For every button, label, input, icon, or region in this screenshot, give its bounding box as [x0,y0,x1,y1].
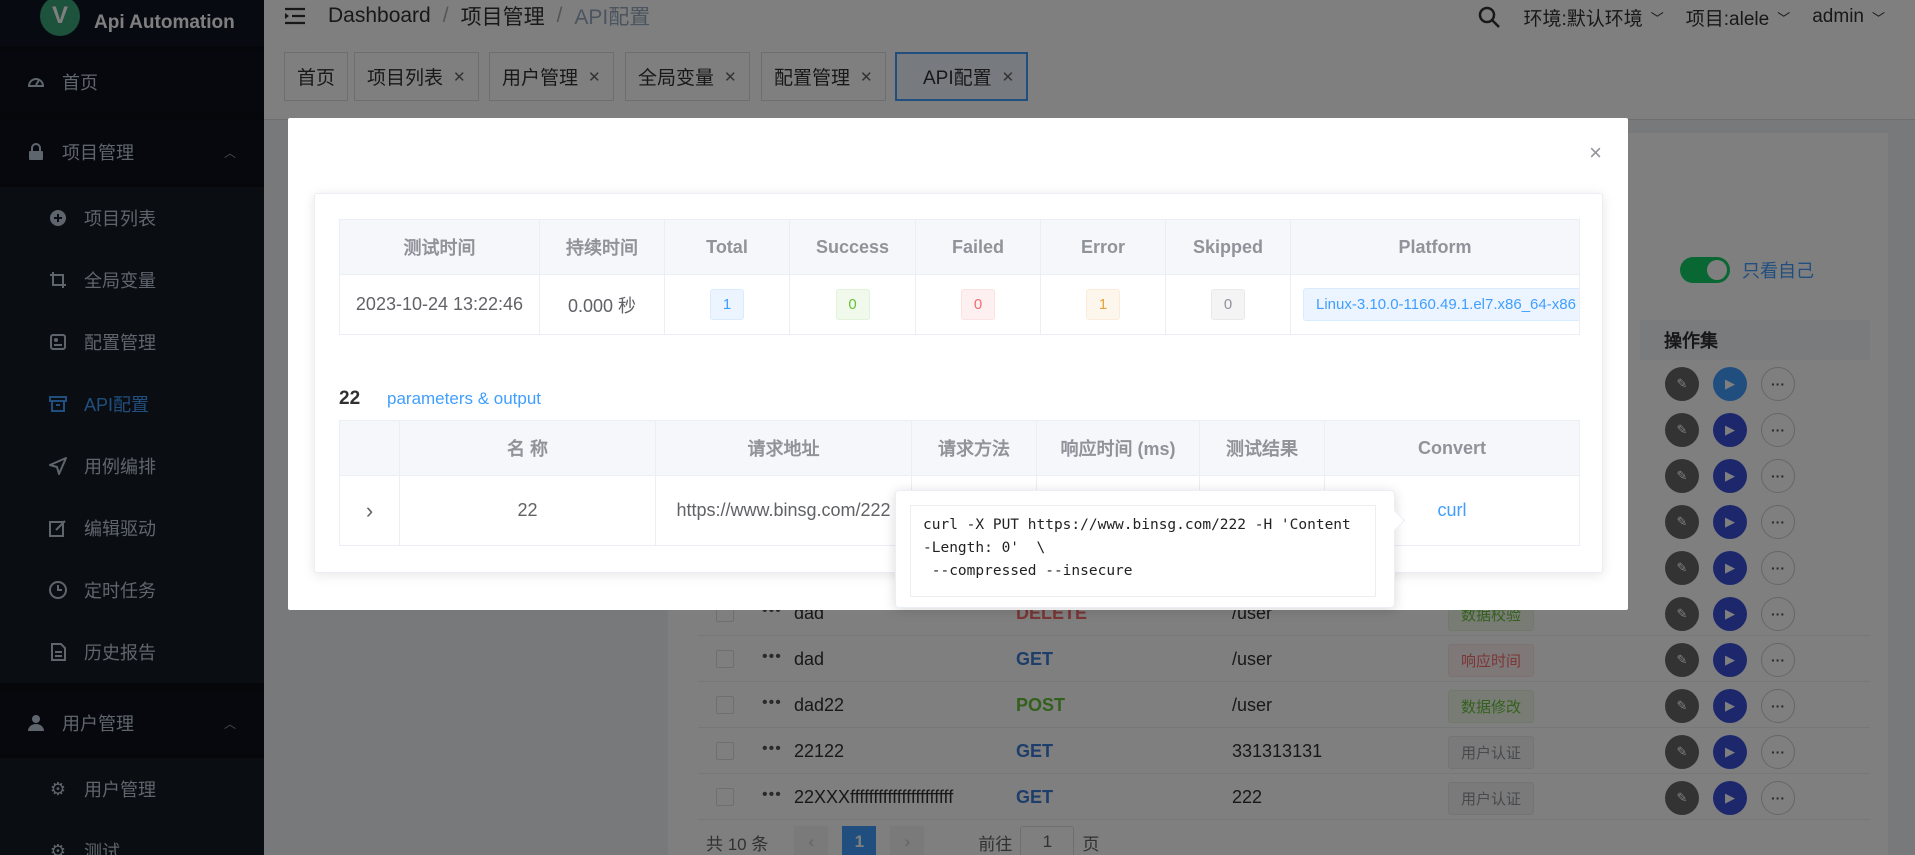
summary-table: 测试时间 持续时间 Total Success Failed Error Ski… [339,219,1580,335]
duration-value: 0.000 秒 [539,274,665,335]
test-time-value: 2023-10-24 13:22:46 [339,274,540,335]
header-success: Success [789,219,916,275]
case-name-value: 22 [399,475,656,546]
url-value: https://www.binsg.com/222 [655,475,912,546]
summary-row: 2023-10-24 13:22:46 0.000 秒 1 0 0 1 0 Li… [339,274,1580,335]
failed-badge: 0 [961,289,995,320]
header-response-time: 响应时间 (ms) [1036,420,1200,476]
curl-command-text[interactable]: curl -X PUT https://www.binsg.com/222 -H… [910,505,1376,597]
header-name: 名 称 [399,420,656,476]
header-result: 测试结果 [1199,420,1325,476]
header-convert: Convert [1324,420,1580,476]
header-test-time: 测试时间 [339,219,540,275]
header-failed: Failed [915,219,1041,275]
section-name: 22 [339,388,361,409]
header-platform: Platform [1290,219,1580,275]
total-badge: 1 [710,289,744,320]
error-badge: 1 [1086,289,1120,320]
success-badge: 0 [835,289,870,320]
parameters-output-link[interactable]: parameters & output [387,389,541,409]
header-error: Error [1040,219,1166,275]
curl-link[interactable]: curl [1437,500,1466,520]
header-skipped: Skipped [1165,219,1291,275]
curl-popover: curl -X PUT https://www.binsg.com/222 -H… [895,490,1395,608]
header-duration: 持续时间 [539,219,665,275]
platform-badge: Linux-3.10.0-1160.49.1.el7.x86_64-x86 [1303,288,1579,321]
header-url: 请求地址 [655,420,912,476]
skipped-badge: 0 [1211,289,1245,320]
header-method: 请求方法 [911,420,1037,476]
header-expand [339,420,400,476]
header-total: Total [664,219,790,275]
close-icon[interactable]: × [1589,140,1602,166]
expand-row-icon[interactable]: › [366,498,373,523]
